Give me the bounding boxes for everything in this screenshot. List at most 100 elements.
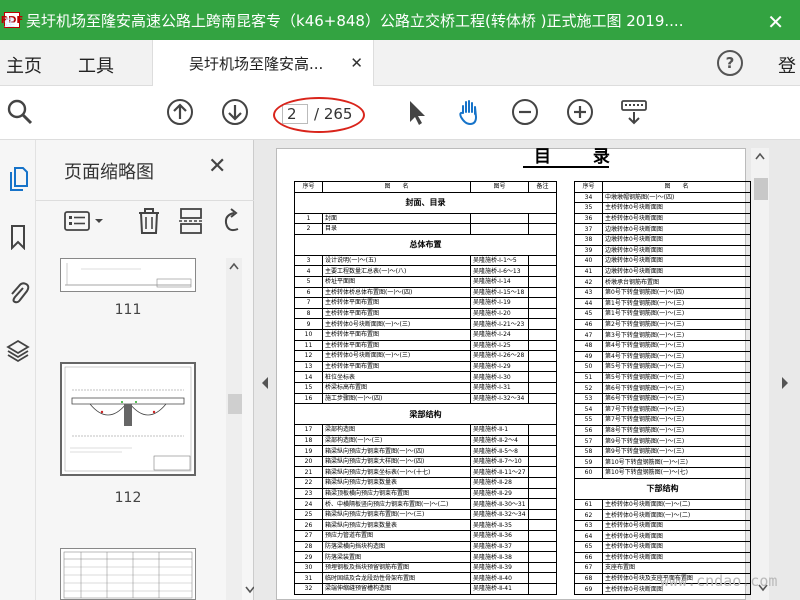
toc-cell-code: 吴隆施桥-Ⅱ-30～31 xyxy=(470,498,529,510)
page-thumbnails-icon[interactable] xyxy=(6,166,30,192)
toc-cell-code: 吴隆施桥-Ⅰ-24 xyxy=(470,328,529,341)
toc-cell-no: 4 xyxy=(294,265,323,277)
layers-icon[interactable] xyxy=(6,338,30,364)
toc-cell-no: 65 xyxy=(574,541,603,553)
toc-cell-no: 6 xyxy=(294,286,323,299)
help-icon[interactable]: ? xyxy=(717,50,743,76)
toc-row: 1 封面 xyxy=(294,212,557,225)
collapse-left-arrow-icon[interactable] xyxy=(260,376,270,390)
toc-row: 64 主桥转体0号块断面图 xyxy=(574,530,751,542)
toc-cell-code: 吴隆施桥-Ⅱ-32～34 xyxy=(470,508,529,521)
toc-cell-no: 36 xyxy=(574,212,603,225)
toc-cell-remark xyxy=(528,392,557,405)
toc-row: 7 主桥转体平面布置图 吴隆施桥-Ⅰ-19 xyxy=(294,297,557,309)
menu-tools[interactable]: 工具 xyxy=(78,52,114,78)
toc-cell-no: 41 xyxy=(574,265,603,278)
scroll-up-arrow-icon[interactable] xyxy=(751,148,769,164)
toc-cell-no: 61 xyxy=(574,498,603,511)
toc-cell-no: 37 xyxy=(574,223,603,235)
document-scrollbar-thumb[interactable] xyxy=(754,178,768,200)
trash-icon[interactable] xyxy=(136,207,162,235)
document-tab[interactable]: 吴圩机场至隆安高... ✕ xyxy=(152,40,374,86)
zoom-out-icon[interactable] xyxy=(511,98,539,126)
scroll-up-arrow-icon[interactable] xyxy=(226,258,242,274)
toc-cell-no: 2 xyxy=(294,223,323,235)
thumbnail-panel-close-button[interactable]: ✕ xyxy=(208,154,226,179)
window-title: 吴圩机场至隆安高速公路上跨南昆客专（k46+848）公路立交桥工程(转体桥 )正… xyxy=(26,11,684,30)
toc-row: 31 临时固结及合龙段劲性骨架布置图 吴隆施桥-Ⅱ-40 xyxy=(294,572,557,584)
toc-cell-name: 主桥转体平面布置图 xyxy=(322,328,471,341)
title-bar: PDF 吴圩机场至隆安高速公路上跨南昆客专（k46+848）公路立交桥工程(转体… xyxy=(0,0,800,40)
page-thumbnail-drawing xyxy=(64,366,192,472)
page-thumbnail-113[interactable] xyxy=(60,548,196,600)
toc-row: 53 第6号下转盘钢筋图(一)～(三) xyxy=(574,392,751,405)
menu-bar: 主页 工具 xyxy=(0,40,800,86)
toc-cell-remark xyxy=(528,498,557,510)
menu-home[interactable]: 主页 xyxy=(6,52,42,78)
toc-cell-name: 目录 xyxy=(322,223,471,235)
toc-row: 58 第9号下转盘钢筋图(一)～(三) xyxy=(574,445,751,458)
toc-cell-name: 桥墩承台钢筋布置图 xyxy=(602,276,751,288)
thumbnail-scrollbar[interactable] xyxy=(226,258,255,600)
toc-cell-name: 主桥转体平面布置图 xyxy=(322,297,471,309)
thumbnail-page-number-111: 111 xyxy=(114,302,142,318)
keyboard-scroll-icon[interactable] xyxy=(620,98,648,126)
toc-right-body: 34 中墩墩帽钢筋图(一)～(四) 35 主桥转体0号块断面图 36 主桥转体0号块断面图… xyxy=(574,191,751,595)
window-close-button[interactable]: ✕ xyxy=(767,10,784,34)
collapse-right-arrow-icon[interactable] xyxy=(780,376,790,390)
hand-tool-icon[interactable] xyxy=(455,98,483,126)
toc-cell-no: 19 xyxy=(294,445,323,457)
toc-cell-name: 梁部构造图 xyxy=(322,424,471,436)
toc-cell-remark xyxy=(528,286,557,299)
toc-cell-remark xyxy=(528,487,557,500)
toc-row: 47 第3号下转盘钢筋图(一)～(三) xyxy=(574,329,751,341)
document-heading: 目 录 xyxy=(534,147,628,167)
toc-row: 22 箱梁纵向预应力钢束数量表 吴隆施桥-Ⅱ-28 xyxy=(294,477,557,489)
toc-table-left: 序号 图 名 图号 备注 封面、目录 1 封面 2 目录 总体布置 3 设计说明(一)～(五)… xyxy=(294,181,557,595)
rotate-icon[interactable] xyxy=(220,207,246,235)
document-tab-close-button[interactable]: ✕ xyxy=(350,54,363,72)
extract-pages-icon[interactable] xyxy=(178,207,204,235)
toc-cell-name: 主要工程数量汇总表(一)～(八) xyxy=(322,265,471,277)
toc-cell-code: 吴隆施桥-Ⅰ-14 xyxy=(470,275,529,288)
toc-cell-remark xyxy=(528,318,557,330)
toc-row: 61 主桥转体0号块断面图(一)～(二) xyxy=(574,498,751,511)
select-cursor-icon[interactable] xyxy=(402,98,430,126)
toc-cell-name: 施工步骤图(一)～(四) xyxy=(322,392,471,405)
toc-cell-code: 吴隆施桥-Ⅰ-19 xyxy=(470,297,529,309)
login-link[interactable]: 登 xyxy=(778,52,796,78)
toc-row: 60 第10号下转盘钢筋图(一)～(七) xyxy=(574,467,751,479)
toc-cell-code: 吴隆施桥-Ⅱ-1 xyxy=(470,424,529,436)
toc-cell-no: 7 xyxy=(294,297,323,309)
toc-cell-remark xyxy=(528,223,557,235)
toc-cell-name: 防落梁横向挡块构造图 xyxy=(322,540,471,553)
page-thumbnail-112[interactable] xyxy=(60,362,196,476)
page-thumbnail-drawing xyxy=(63,551,193,599)
toc-cell-code: 吴隆施桥-Ⅱ-35 xyxy=(470,519,529,532)
toc-cell-remark xyxy=(528,297,557,309)
toc-cell-remark xyxy=(528,381,557,394)
next-page-icon[interactable] xyxy=(221,98,249,126)
toc-row: 46 第2号下转盘钢筋图(一)～(三) xyxy=(574,318,751,331)
toc-cell-code: 吴隆施桥-Ⅱ-40 xyxy=(470,572,529,584)
toc-cell-remark xyxy=(528,583,557,595)
toc-row: 44 第1号下转盘钢筋图(一)～(三) xyxy=(574,297,751,310)
toc-cell-name: 第1号下转盘钢筋图(一)～(三) xyxy=(602,308,751,320)
page-thumbnail-111[interactable] xyxy=(60,258,196,292)
bookmark-icon[interactable] xyxy=(6,224,30,250)
toc-cell-name: 第10号下转盘钢筋图(一)～(七) xyxy=(602,467,751,479)
thumbnail-options-icon[interactable] xyxy=(64,209,108,233)
toc-row: 41 边墩转体0号块断面图 xyxy=(574,265,751,278)
document-scrollbar[interactable] xyxy=(751,148,769,600)
toc-cell-no: 1 xyxy=(294,212,323,225)
previous-page-icon[interactable] xyxy=(166,98,194,126)
toc-cell-remark xyxy=(528,561,557,574)
toc-table-right: 序号 图 名 34 中墩墩帽钢筋图(一)～(四) 35 主桥转体0号块断面图 36 主桥转… xyxy=(574,181,751,595)
toc-cell-no: 68 xyxy=(574,572,603,585)
attachment-icon[interactable] xyxy=(6,280,30,306)
zoom-in-icon[interactable] xyxy=(566,98,594,126)
search-icon[interactable] xyxy=(6,98,34,126)
toc-cell-no: 49 xyxy=(574,350,603,363)
toc-section-title: 梁部结构 xyxy=(294,403,557,426)
thumbnail-scrollbar-thumb[interactable] xyxy=(228,394,242,414)
